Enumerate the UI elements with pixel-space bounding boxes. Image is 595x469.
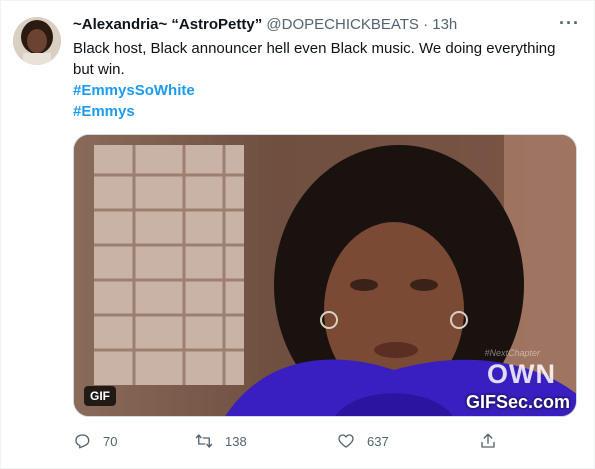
more-horizontal-icon[interactable]: ··· [559,12,580,34]
retweet-count: 138 [225,433,247,449]
reply-button[interactable]: 70 [73,429,117,453]
separator-dot: · [423,16,429,33]
watermark-own: OWN [487,359,556,389]
reply-count: 70 [103,433,118,449]
share-icon [481,433,495,448]
tweet-card[interactable]: ~Alexandria~ “AstroPetty” @DOPECHICKBEAT… [0,0,595,469]
watermark-site: GIFSec.com [465,392,570,412]
retweet-icon [195,434,213,448]
avatar[interactable] [13,17,61,65]
tweet-text: Black host, Black announcer hell even Bl… [73,40,556,78]
hashtag-link[interactable]: #Emmys [73,102,135,122]
heart-icon [338,434,354,448]
timestamp[interactable]: 13h [432,16,457,33]
retweet-button[interactable]: 138 [195,429,247,453]
avatar-image [13,17,61,65]
gif-badge: GIF [84,386,116,406]
like-count: 637 [367,433,389,449]
action-bar: 70 138 637 [73,429,503,453]
hashtag-link[interactable]: #EmmysSoWhite [73,81,195,101]
like-button[interactable]: 637 [337,429,389,453]
gif-media[interactable]: #NextChapter OWN GIFSec.com GIF [73,134,577,417]
watermark-small: #NextChapter [484,348,540,358]
reply-icon [75,434,90,449]
display-name[interactable]: ~Alexandria~ “AstroPetty” [73,16,262,33]
user-handle[interactable]: @DOPECHICKBEATS [266,16,418,33]
share-button[interactable] [479,429,497,453]
tweet-header: ~Alexandria~ “AstroPetty” @DOPECHICKBEAT… [73,12,580,36]
